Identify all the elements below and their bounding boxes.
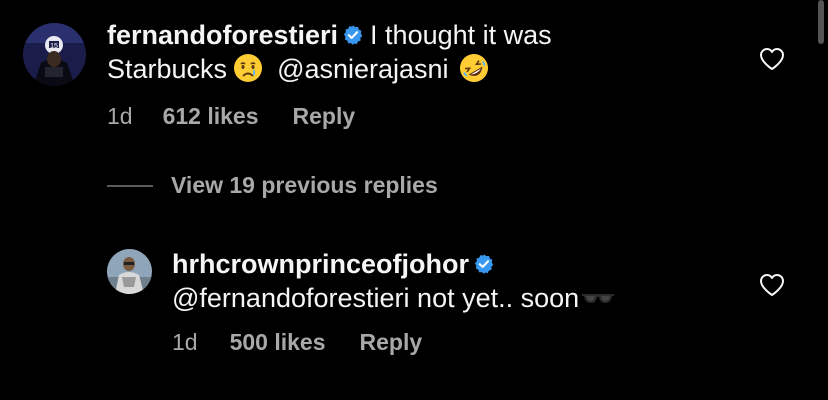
reply-item: hrhcrownprinceofjohor @fernandoforestier… — [0, 240, 828, 400]
avatar-image — [107, 249, 152, 294]
comment-body: fernandoforestieri I thought it was Star… — [107, 18, 747, 86]
comment-text: not yet.. soon — [417, 283, 580, 313]
comment-mention[interactable]: @asnierajasni — [277, 54, 449, 84]
crying-face-icon — [234, 54, 263, 82]
comment-timestamp: 1d — [172, 329, 198, 355]
rolling-on-floor-laughing-icon — [459, 54, 488, 82]
view-previous-replies-button[interactable]: View 19 previous replies — [107, 172, 438, 206]
comment-username[interactable]: hrhcrownprinceofjohor — [172, 249, 469, 279]
comment-text: Starbucks — [107, 54, 228, 84]
comment-text: I thought it was — [370, 20, 552, 50]
reply-button[interactable]: Reply — [360, 329, 423, 355]
comment-username[interactable]: fernandoforestieri — [107, 20, 338, 50]
sunglasses-icon — [582, 294, 615, 303]
divider-line — [107, 184, 153, 187]
verified-badge-icon — [474, 254, 494, 274]
avatar[interactable]: 15 — [23, 23, 86, 86]
comment-item: 15 fernandoforestieri I thought it was S… — [0, 0, 828, 150]
reply-button[interactable]: Reply — [293, 103, 356, 129]
avatar-image: 15 — [23, 23, 86, 86]
comment-meta: 1d 500 likes Reply — [172, 329, 454, 356]
svg-text:15: 15 — [50, 43, 58, 50]
likes-count[interactable]: 612 likes — [163, 103, 259, 129]
view-replies-label: View 19 previous replies — [171, 172, 438, 198]
heart-icon[interactable] — [759, 47, 785, 71]
heart-icon[interactable] — [759, 273, 785, 297]
avatar[interactable] — [107, 249, 152, 294]
likes-count[interactable]: 500 likes — [230, 329, 326, 355]
comment-timestamp: 1d — [107, 103, 133, 129]
comment-meta: 1d 612 likes Reply — [107, 103, 387, 130]
comment-body: hrhcrownprinceofjohor @fernandoforestier… — [172, 247, 772, 315]
verified-badge-icon — [343, 25, 363, 45]
comment-mention[interactable]: @fernandoforestieri — [172, 283, 410, 313]
